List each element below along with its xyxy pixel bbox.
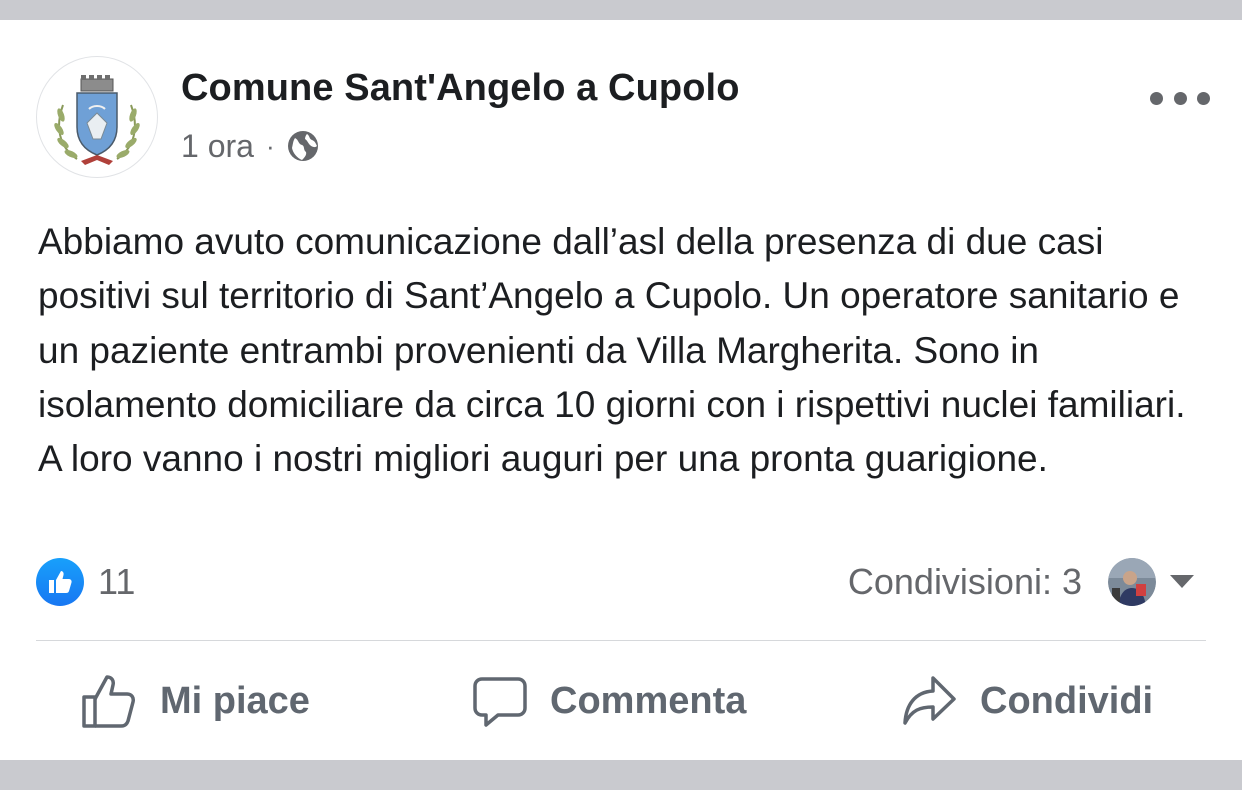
reaction-summary[interactable]: 11 [36, 558, 135, 606]
more-options-button[interactable] [1150, 80, 1210, 116]
more-dot-icon [1197, 91, 1210, 105]
like-button[interactable]: Mi piace [80, 668, 310, 734]
share-button-label: Condividi [980, 679, 1154, 722]
page-avatar-coat-of-arms[interactable] [36, 56, 158, 178]
meta-separator: · [265, 130, 275, 161]
share-arrow-icon [903, 676, 956, 725]
globe-icon [285, 128, 321, 164]
comment-bubble-icon [473, 677, 527, 727]
like-count: 11 [98, 561, 136, 602]
more-dot-icon [1150, 91, 1163, 105]
comment-button[interactable]: Commenta [472, 668, 746, 734]
shares-count-link[interactable]: Condivisioni: 3 [848, 560, 1082, 604]
thumbs-up-icon [82, 675, 135, 728]
like-button-label: Mi piace [160, 679, 310, 722]
post-meta: 1 ora · [181, 124, 321, 168]
audience-dropdown-caret-icon[interactable] [1170, 575, 1194, 588]
post-author-name[interactable]: Comune Sant'Angelo a Cupolo [181, 67, 740, 110]
viewer-avatar-photo [1108, 558, 1156, 606]
more-dot-icon [1173, 91, 1187, 105]
post-card: Comune Sant'Angelo a Cupolo 1 ora · Abbi… [0, 20, 1242, 760]
coat-of-arms-logo [54, 75, 140, 165]
comment-button-label: Commenta [550, 679, 747, 722]
viewer-avatar[interactable] [1108, 558, 1156, 606]
top-separator-band [0, 0, 1242, 20]
post-timestamp[interactable]: 1 ora [181, 128, 254, 165]
share-button[interactable]: Condividi [900, 668, 1153, 734]
bottom-separator-band [0, 760, 1242, 790]
like-reaction-icon [36, 558, 84, 606]
actions-divider [36, 640, 1206, 641]
post-body-text: Abbiamo avuto comunicazione dall’asl del… [38, 221, 1186, 480]
